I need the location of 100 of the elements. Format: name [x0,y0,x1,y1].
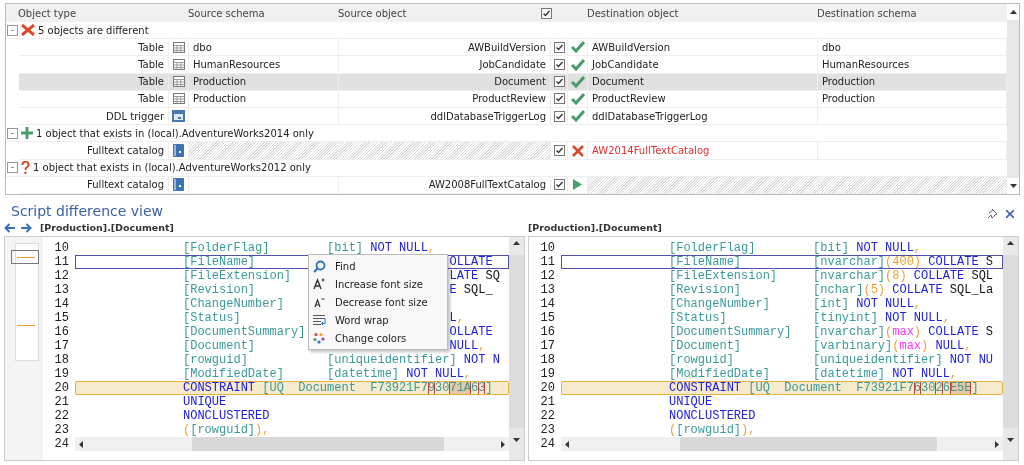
line-number: 11 [53,255,70,269]
grid-row[interactable]: Table dbo AWBuildVersion AWBuildVersion dbo [19,39,1007,57]
up-arrow-icon [1007,241,1014,245]
line-number: 22 [539,409,556,423]
checkbox[interactable] [553,76,565,88]
line-number: 16 [53,325,70,339]
grid-row[interactable]: Fulltext catalog AW2014FullTextCatalog [19,142,1007,160]
table-cell: Fulltext catalog [19,176,169,193]
table-cell: ProductReview [339,90,551,108]
line-number: 24 [539,437,556,451]
menu-item[interactable]: Decrease font size [309,293,447,311]
scrollbar[interactable] [1007,4,1019,194]
table-icon [172,93,185,105]
scrollbar[interactable] [1003,237,1018,460]
menu-item[interactable]: Find [309,257,447,275]
code-text: [ChangeNumber] [int] NOT NULL, [669,297,922,311]
horizontal-scrollbar[interactable] [561,437,1003,451]
code-text: [rowguid] [uniqueidentifier] NOT N [183,353,500,367]
table-cell: JobCandidate [339,56,551,73]
code-text: OLLATE [449,325,493,339]
checkbox[interactable] [553,41,565,53]
line-number: 22 [53,409,70,423]
checkbox[interactable] [553,179,565,191]
code-editor[interactable] [529,237,1003,460]
right-arrow-icon [995,440,999,448]
code-text: ([rowguid]), [183,423,270,437]
panel-title: Script difference view [10,203,164,219]
code-text: OLLATE [449,255,493,269]
menu-item[interactable]: Increase font size [309,275,447,293]
collapse-button[interactable]: - [7,24,18,36]
check-icon [570,58,585,71]
line-number: 18 [53,353,70,367]
check-icon [570,110,585,123]
table-cell: dbo [189,39,339,56]
right-arrow-icon [20,222,32,233]
cross-icon [571,144,584,157]
code-text: [FileExtension] [nvarchar](8) COLLATE SQL [669,269,994,283]
line-number: 23 [539,423,556,437]
line-number: 20 [53,381,70,395]
group-row[interactable]: - 1 object that exists in (local).AdventureWorks2012 only [6,159,1007,177]
column-header[interactable]: Object type [6,7,176,19]
table-cell: Fulltext catalog [19,142,169,159]
group-label: 1 object that exists in (local).AdventureWorks2012 only [33,162,311,174]
grid-row[interactable]: DDL trigger ddlDatabaseTriggerLog ddlDatabaseTriggerLog [19,108,1007,126]
table-cell: ProductReview [588,90,818,108]
code-editor[interactable] [43,237,509,460]
line-number: 16 [539,325,556,339]
checkbox[interactable] [553,59,565,71]
checkbox[interactable] [541,7,552,19]
collapse-button[interactable]: - [7,162,18,174]
code-text: [ChangeNumber] [183,297,284,311]
column-header[interactable]: Destination object [575,7,805,19]
plus-icon [21,127,33,140]
scrollbar[interactable] [509,237,524,460]
question-icon [21,161,30,175]
table-cell: ddlDatabaseTriggerLog [588,108,818,125]
line-number: 11 [539,255,556,269]
code-text: [FolderFlag] [bit] NOT NULL, [669,241,922,255]
column-header[interactable]: Destination schema [805,7,1007,19]
line-number: 12 [539,269,556,283]
font-size-up-icon [313,278,325,290]
line-number: 21 [53,395,70,409]
checkbox[interactable] [553,93,565,105]
line-number: 13 [53,283,70,297]
line-number: 15 [539,311,556,325]
line-number: 14 [53,297,70,311]
table-cell: AW2014FullTextCatalog [588,142,818,159]
table-icon [172,59,185,71]
line-number: 19 [539,367,556,381]
menu-item[interactable]: Word wrap [309,311,447,329]
line-number: 12 [53,269,70,283]
code-text: [rowguid] [uniqueidentifier] NOT NU [669,353,994,367]
line-number: 10 [53,241,70,255]
code-text: NONCLUSTERED [669,409,756,423]
line-number: 14 [539,297,556,311]
collapse-button[interactable]: - [7,127,18,139]
left-arrow-icon [565,440,569,448]
checkbox[interactable] [553,110,565,122]
book-icon [173,178,184,192]
table-cell: Table [19,56,169,73]
code-text: ([rowguid]), [669,423,756,437]
code-text: [DocumentSummary] [nvarchar](max) COLLATE S [669,325,994,339]
code-text: [DocumentSummary] [183,325,306,339]
code-text: [Document] [varbinary](max) NULL, [669,339,972,353]
play-icon [573,179,582,191]
menu-item[interactable]: Change colors [309,329,447,347]
word-wrap-icon [312,314,326,326]
table-cell: AWBuildVersion [588,39,818,56]
trigger-icon [172,110,185,123]
table-cell: Table [19,39,169,56]
table-icon [172,76,185,88]
line-number: 17 [539,339,556,353]
column-header[interactable]: Source object [326,7,538,19]
line-number: 20 [539,381,556,395]
grid-row[interactable]: Table HumanResources JobCandidate JobCandidate HumanResources [19,56,1007,74]
checkbox[interactable] [553,145,565,156]
column-header[interactable]: Source schema [176,7,326,19]
table-cell: Document [339,73,551,90]
line-number: 10 [539,241,556,255]
horizontal-scrollbar[interactable] [75,437,509,451]
